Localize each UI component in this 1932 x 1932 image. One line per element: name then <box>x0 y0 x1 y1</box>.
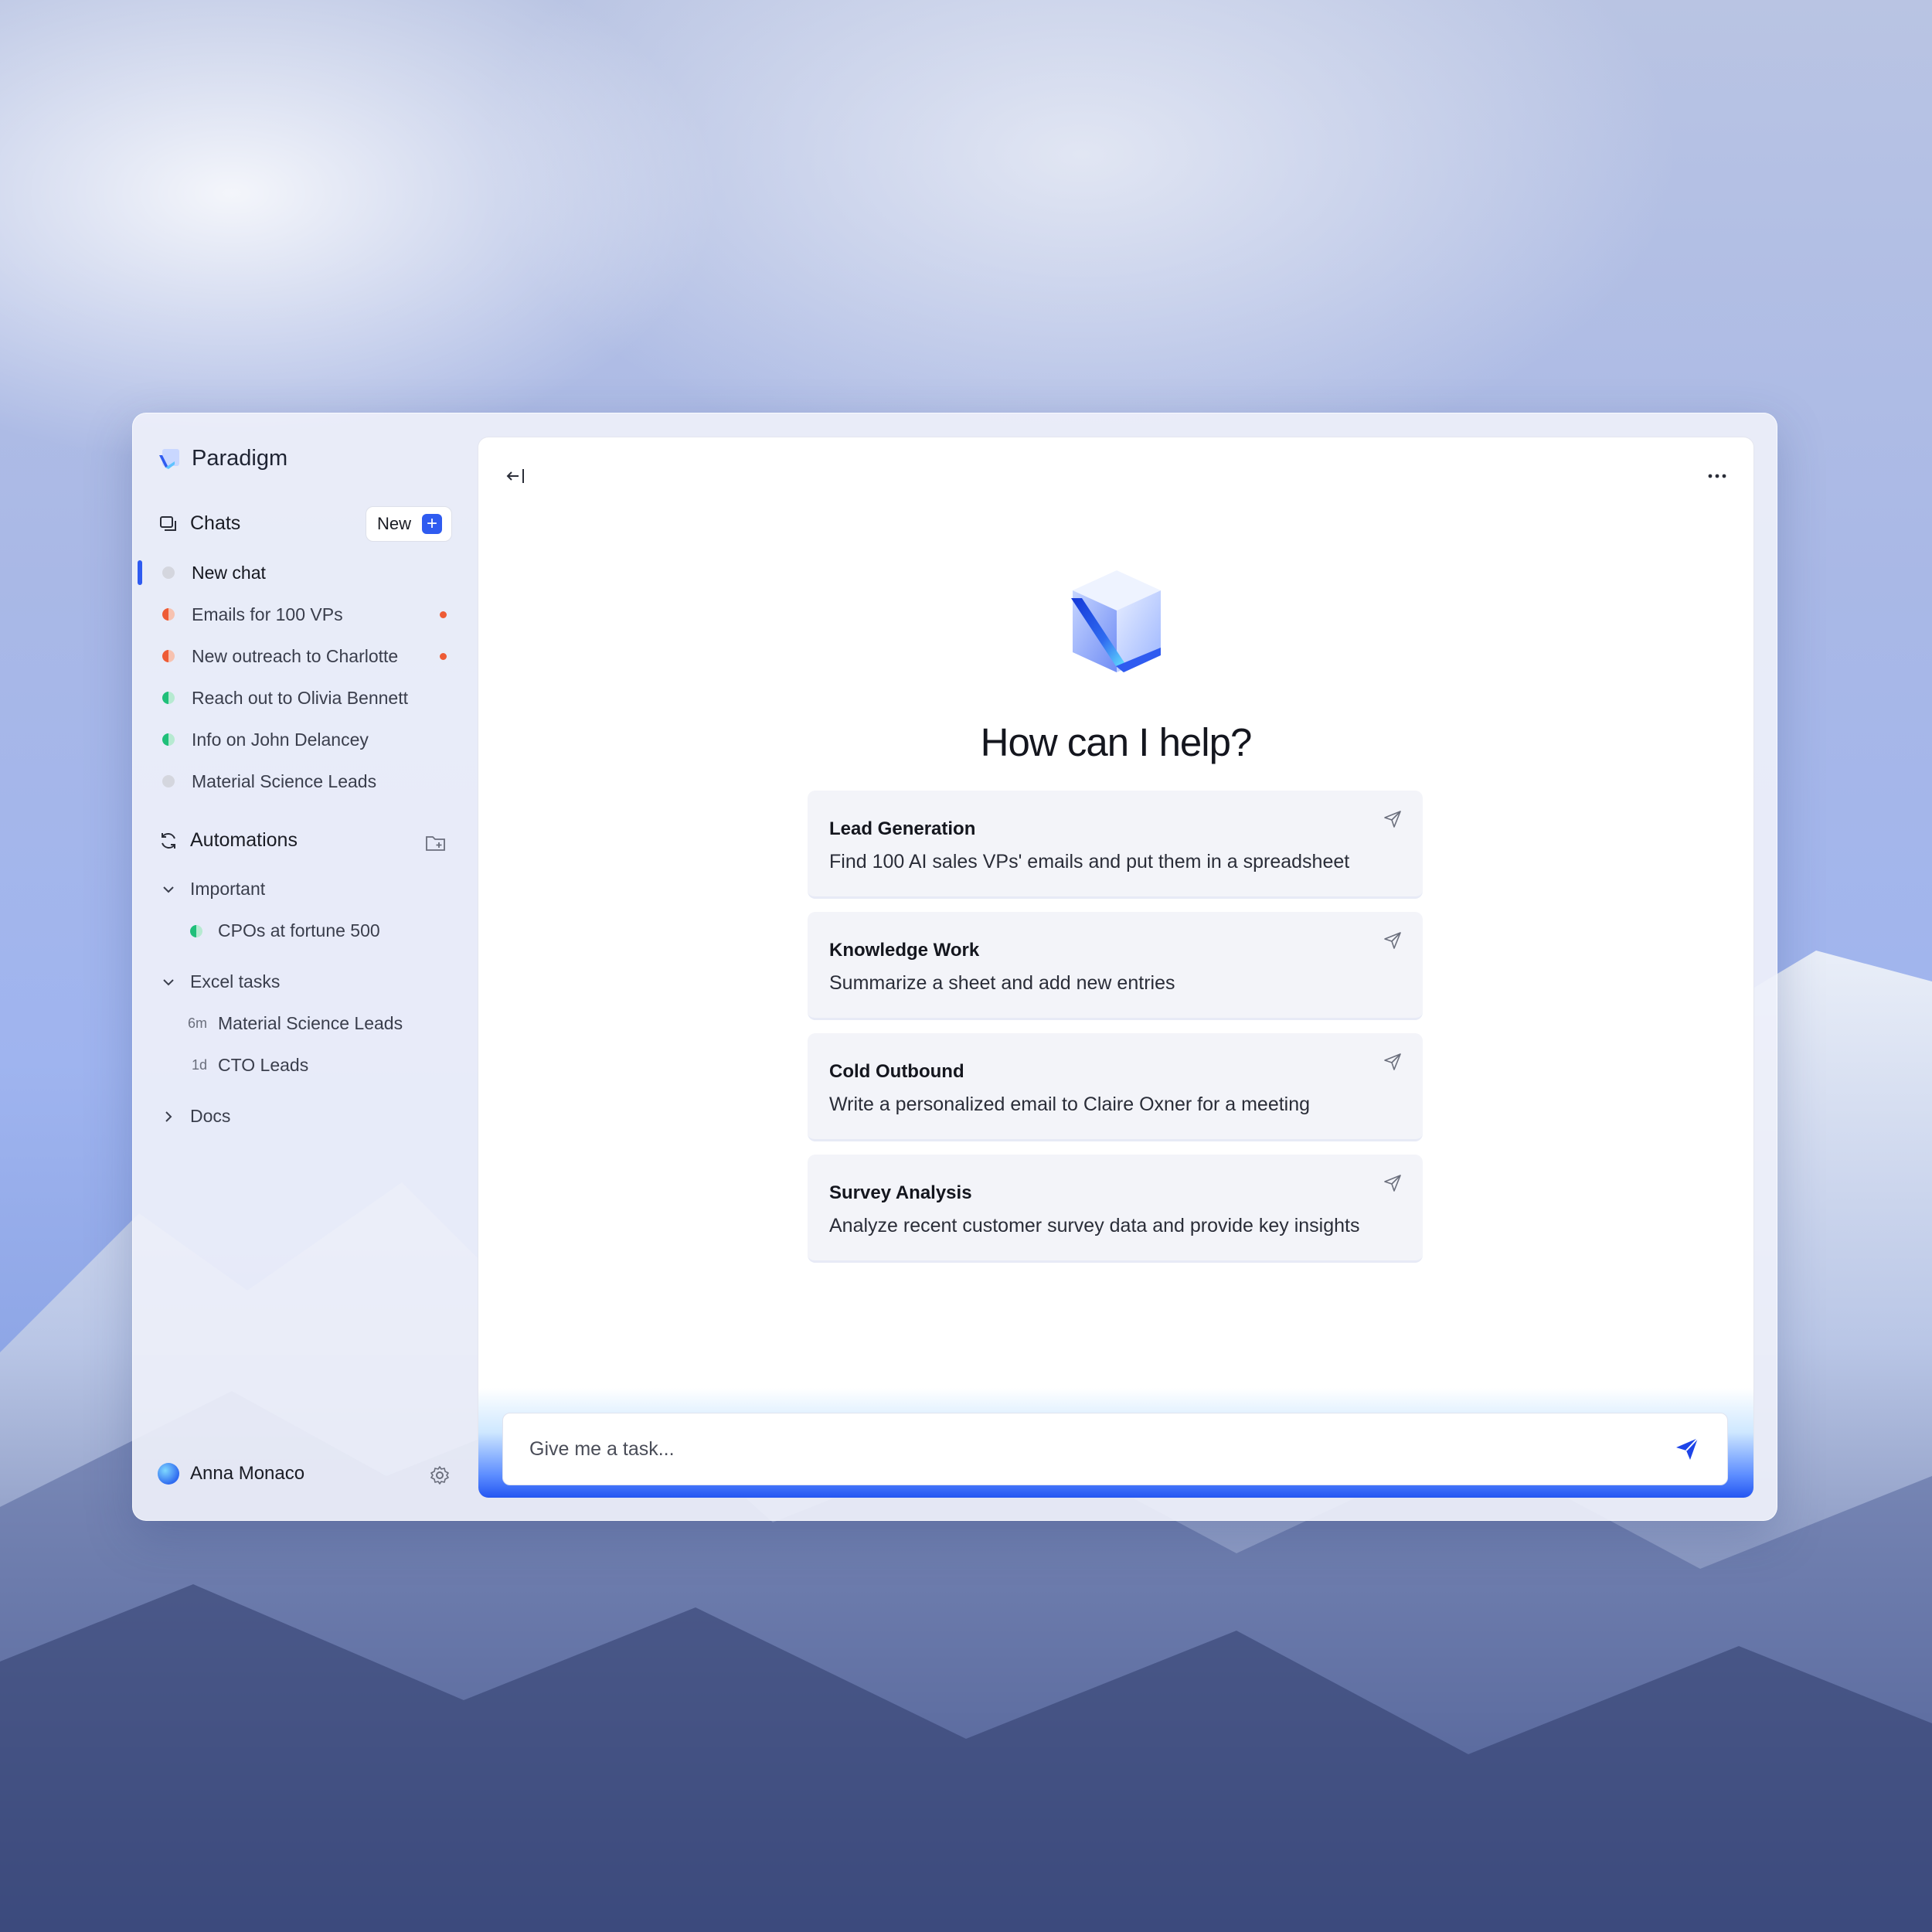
automation-label: Material Science Leads <box>218 1013 403 1033</box>
settings-gear-icon[interactable] <box>429 1464 451 1486</box>
suggestion-title: Lead Generation <box>829 818 976 839</box>
new-chat-button[interactable]: New + <box>366 506 452 542</box>
sidebar: Paradigm Chats New + New chat Emails for… <box>133 413 478 1520</box>
chat-item-material-science-leads[interactable]: Material Science Leads <box>162 766 456 797</box>
status-dot <box>162 733 175 746</box>
chat-label: New chat <box>192 562 266 583</box>
send-icon[interactable] <box>1383 1052 1403 1072</box>
chat-label: Material Science Leads <box>192 770 377 791</box>
task-input-container[interactable] <box>502 1413 1728 1485</box>
paradigm-logo-icon <box>159 448 179 469</box>
chevron-right-icon <box>165 1111 172 1122</box>
unread-indicator <box>440 611 447 618</box>
chat-label: New outreach to Charlotte <box>192 645 399 666</box>
send-icon[interactable] <box>1383 1173 1403 1193</box>
chat-label: Emails for 100 VPs <box>192 604 343 624</box>
status-dot <box>162 608 175 621</box>
automation-item-cto-leads[interactable]: 1d CTO Leads <box>176 1055 308 1076</box>
suggestion-description: Find 100 AI sales VPs' emails and put th… <box>829 851 1350 872</box>
brand[interactable]: Paradigm <box>158 446 287 471</box>
suggestion-card-cold-outbound[interactable]: Cold Outbound Write a personalized email… <box>808 1033 1423 1141</box>
suggestion-card-survey-analysis[interactable]: Survey Analysis Analyze recent customer … <box>808 1155 1423 1263</box>
suggestion-title: Cold Outbound <box>829 1061 964 1082</box>
chat-label: Info on John Delancey <box>192 729 369 750</box>
chat-label: Reach out to Olivia Bennett <box>192 687 408 708</box>
group-label: Docs <box>190 1106 231 1126</box>
chats-header: Chats <box>158 512 240 535</box>
main-panel: How can I help? Lead Generation Find 100… <box>478 437 1754 1498</box>
send-button-icon[interactable] <box>1673 1435 1701 1463</box>
paradigm-cube-logo-icon <box>1071 570 1161 672</box>
time-label: 1d <box>191 1057 207 1073</box>
status-dot <box>162 650 175 662</box>
chevron-down-icon <box>163 978 174 985</box>
chat-item-emails-for-100-vps[interactable]: Emails for 100 VPs <box>162 599 456 630</box>
group-important[interactable]: Important <box>161 879 265 900</box>
send-icon[interactable] <box>1383 930 1403 951</box>
chat-item-new-outreach-to-charlotte[interactable]: New outreach to Charlotte <box>162 641 456 672</box>
automation-item-material-science-leads[interactable]: 6m Material Science Leads <box>176 1013 403 1034</box>
suggestion-title: Survey Analysis <box>829 1182 972 1203</box>
suggestion-card-lead-generation[interactable]: Lead Generation Find 100 AI sales VPs' e… <box>808 791 1423 899</box>
new-folder-icon[interactable] <box>424 832 447 854</box>
app-window: Paradigm Chats New + New chat Emails for… <box>132 413 1777 1521</box>
suggestion-description: Analyze recent customer survey data and … <box>829 1215 1360 1236</box>
time-label: 6m <box>187 1015 207 1031</box>
unread-indicator <box>440 652 447 660</box>
page-heading: How can I help? <box>980 720 1253 764</box>
suggestion-card-knowledge-work[interactable]: Knowledge Work Summarize a sheet and add… <box>808 912 1423 1020</box>
suggestion-description: Summarize a sheet and add new entries <box>829 972 1175 994</box>
refresh-icon <box>162 832 175 849</box>
suggestion-description: Write a personalized email to Claire Oxn… <box>829 1094 1311 1115</box>
status-dot <box>162 566 175 579</box>
chevron-down-icon <box>163 886 174 893</box>
user-name: Anna Monaco <box>190 1463 305 1484</box>
suggestion-title: Knowledge Work <box>829 940 980 961</box>
group-label: Excel tasks <box>190 971 281 992</box>
new-chat-label: New <box>377 514 412 533</box>
chat-item-new-chat[interactable]: New chat <box>162 557 456 588</box>
user-profile[interactable]: Anna Monaco <box>158 1463 304 1485</box>
automation-label: CPOs at fortune 500 <box>218 920 380 940</box>
automation-label: CTO Leads <box>218 1055 309 1075</box>
automation-item-cpos[interactable]: CPOs at fortune 500 <box>190 920 380 941</box>
automations-header: Automations <box>158 829 298 852</box>
send-icon[interactable] <box>1383 809 1403 829</box>
chats-title: Chats <box>190 512 241 534</box>
active-chat-indicator <box>138 560 142 585</box>
status-dot <box>162 775 175 787</box>
plus-icon: + <box>422 514 443 534</box>
task-input[interactable] <box>528 1437 1613 1461</box>
more-options-icon[interactable] <box>1707 467 1727 485</box>
automations-title: Automations <box>190 829 298 851</box>
avatar <box>158 1463 179 1485</box>
group-label: Important <box>190 879 266 899</box>
group-docs[interactable]: Docs <box>161 1106 230 1127</box>
status-dot <box>190 924 202 937</box>
app-name: Paradigm <box>192 446 288 471</box>
chat-item-reach-out-to-olivia-bennett[interactable]: Reach out to Olivia Bennett <box>162 682 456 713</box>
collapse-sidebar-icon[interactable] <box>505 464 528 488</box>
chat-item-info-on-john-delancey[interactable]: Info on John Delancey <box>162 724 456 755</box>
status-dot <box>162 692 175 704</box>
chats-icon <box>160 515 176 531</box>
group-excel-tasks[interactable]: Excel tasks <box>161 971 280 992</box>
